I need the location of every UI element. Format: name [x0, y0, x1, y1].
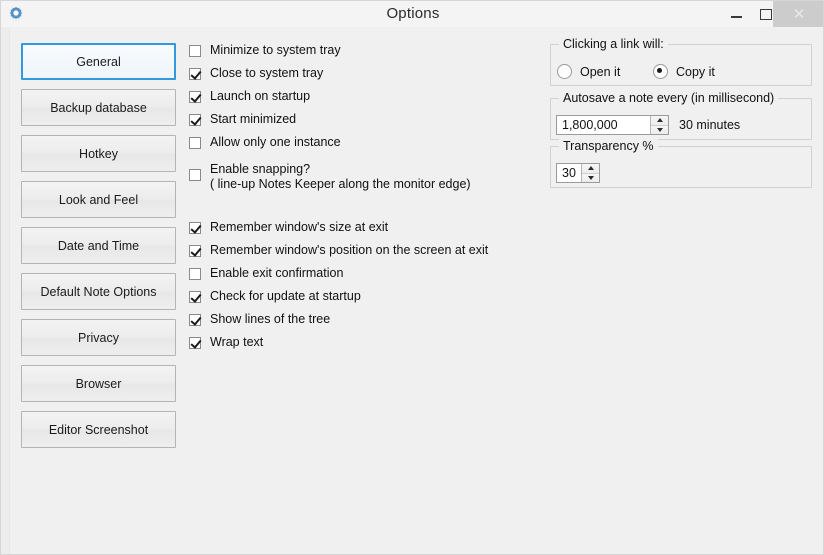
- checkbox-box[interactable]: [189, 169, 201, 181]
- transparency-stepper-buttons[interactable]: [581, 164, 599, 182]
- checkbox-box[interactable]: [189, 91, 201, 103]
- sidebar-item-label: Backup database: [50, 101, 147, 115]
- checkbox-show-lines-of-the-tree[interactable]: Show lines of the tree: [189, 313, 330, 326]
- sidebar-item-default-note-options[interactable]: Default Note Options: [21, 273, 176, 310]
- checkbox-box[interactable]: [189, 114, 201, 126]
- checkbox-label: Wrap text: [210, 336, 263, 349]
- sidebar-item-label: Default Note Options: [40, 285, 156, 299]
- sidebar-item-label: Editor Screenshot: [49, 423, 148, 437]
- radio-open-it[interactable]: Open it: [557, 64, 620, 79]
- transparency-stepper[interactable]: 30: [556, 163, 600, 183]
- checkbox-box[interactable]: [189, 268, 201, 280]
- checkbox-box[interactable]: [189, 245, 201, 257]
- sidebar-item-privacy[interactable]: Privacy: [21, 319, 176, 356]
- checkbox-box[interactable]: [189, 291, 201, 303]
- sidebar-item-hotkey[interactable]: Hotkey: [21, 135, 176, 172]
- group-autosave: Autosave a note every (in millisecond) 1…: [550, 98, 812, 140]
- checkbox-label: Show lines of the tree: [210, 313, 330, 326]
- checkbox-remember-window-size[interactable]: Remember window's size at exit: [189, 221, 388, 234]
- chevron-up-icon: [657, 118, 663, 122]
- chevron-down-icon: [588, 176, 594, 180]
- checkbox-box[interactable]: [189, 45, 201, 57]
- autosave-interval-stepper[interactable]: 1,800,000: [556, 115, 669, 135]
- checkbox-check-for-update-at-startup[interactable]: Check for update at startup: [189, 290, 361, 303]
- options-body: General Backup database Hotkey Look and …: [1, 27, 824, 555]
- sidebar-item-label: Look and Feel: [59, 193, 138, 207]
- close-button[interactable]: ✕: [773, 1, 824, 27]
- stepper-up-button[interactable]: [582, 164, 599, 174]
- checkbox-label: Start minimized: [210, 113, 296, 126]
- checkbox-minimize-to-system-tray[interactable]: Minimize to system tray: [189, 44, 341, 57]
- sidebar-item-label: Browser: [76, 377, 122, 391]
- checkbox-allow-only-one-instance[interactable]: Allow only one instance: [189, 136, 341, 149]
- maximize-icon: [760, 9, 772, 20]
- sidebar-item-browser[interactable]: Browser: [21, 365, 176, 402]
- checkbox-remember-window-position[interactable]: Remember window's position on the screen…: [189, 244, 488, 257]
- autosave-interval-input[interactable]: 1,800,000: [557, 116, 650, 134]
- titlebar: Options ✕: [1, 1, 824, 28]
- checkbox-launch-on-startup[interactable]: Launch on startup: [189, 90, 310, 103]
- sidebar-item-label: General: [76, 55, 120, 69]
- sidebar-item-editor-screenshot[interactable]: Editor Screenshot: [21, 411, 176, 448]
- group-clicking-a-link: Clicking a link will: Open it Copy it: [550, 44, 812, 86]
- checkbox-enable-snapping[interactable]: Enable snapping? ( line-up Notes Keeper …: [189, 163, 471, 191]
- left-edge-strip: [1, 27, 10, 555]
- close-icon: ✕: [793, 7, 806, 22]
- stepper-down-button[interactable]: [582, 174, 599, 183]
- autosave-stepper-buttons[interactable]: [650, 116, 668, 134]
- stepper-down-button[interactable]: [651, 126, 668, 135]
- checkbox-box[interactable]: [189, 222, 201, 234]
- minimize-button[interactable]: [719, 1, 753, 27]
- radio-label: Copy it: [676, 65, 715, 79]
- radio-copy-it[interactable]: Copy it: [653, 64, 715, 79]
- checkbox-enable-exit-confirmation[interactable]: Enable exit confirmation: [189, 267, 343, 280]
- sidebar-item-label: Privacy: [78, 331, 119, 345]
- checkbox-label-line2: ( line-up Notes Keeper along the monitor…: [210, 178, 471, 191]
- checkbox-box[interactable]: [189, 68, 201, 80]
- checkbox-label: Close to system tray: [210, 67, 323, 80]
- window-title: Options: [1, 1, 824, 27]
- chevron-down-icon: [657, 128, 663, 132]
- sidebar-item-label: Date and Time: [58, 239, 139, 253]
- group-title: Transparency %: [559, 139, 658, 153]
- chevron-up-icon: [588, 166, 594, 170]
- group-title: Clicking a link will:: [559, 37, 668, 51]
- sidebar-item-label: Hotkey: [79, 147, 118, 161]
- checkbox-label: Launch on startup: [210, 90, 310, 103]
- transparency-input[interactable]: 30: [557, 164, 581, 182]
- checkbox-label: Allow only one instance: [210, 136, 341, 149]
- checkbox-label-line1: Enable snapping?: [210, 162, 310, 176]
- autosave-interval-note: 30 minutes: [679, 118, 740, 132]
- checkbox-label: Check for update at startup: [210, 290, 361, 303]
- stepper-up-button[interactable]: [651, 116, 668, 126]
- checkbox-label: Remember window's size at exit: [210, 221, 388, 234]
- checkbox-box[interactable]: [189, 337, 201, 349]
- sidebar-item-date-and-time[interactable]: Date and Time: [21, 227, 176, 264]
- checkbox-wrap-text[interactable]: Wrap text: [189, 336, 263, 349]
- sidebar-item-look-and-feel[interactable]: Look and Feel: [21, 181, 176, 218]
- checkbox-box[interactable]: [189, 137, 201, 149]
- checkbox-label: Enable snapping? ( line-up Notes Keeper …: [210, 163, 471, 191]
- group-transparency: Transparency % 30: [550, 146, 812, 188]
- radio-box[interactable]: [653, 64, 668, 79]
- options-window: Options ✕ General Backup database Hotkey…: [0, 0, 824, 555]
- group-title: Autosave a note every (in millisecond): [559, 91, 778, 105]
- checkbox-box[interactable]: [189, 314, 201, 326]
- sidebar-item-general[interactable]: General: [21, 43, 176, 80]
- checkbox-label: Enable exit confirmation: [210, 267, 343, 280]
- sidebar-item-backup-database[interactable]: Backup database: [21, 89, 176, 126]
- checkbox-label: Remember window's position on the screen…: [210, 244, 488, 257]
- checkbox-close-to-system-tray[interactable]: Close to system tray: [189, 67, 323, 80]
- checkbox-start-minimized[interactable]: Start minimized: [189, 113, 296, 126]
- checkbox-label: Minimize to system tray: [210, 44, 341, 57]
- minimize-icon: [731, 16, 742, 18]
- radio-box[interactable]: [557, 64, 572, 79]
- radio-label: Open it: [580, 65, 620, 79]
